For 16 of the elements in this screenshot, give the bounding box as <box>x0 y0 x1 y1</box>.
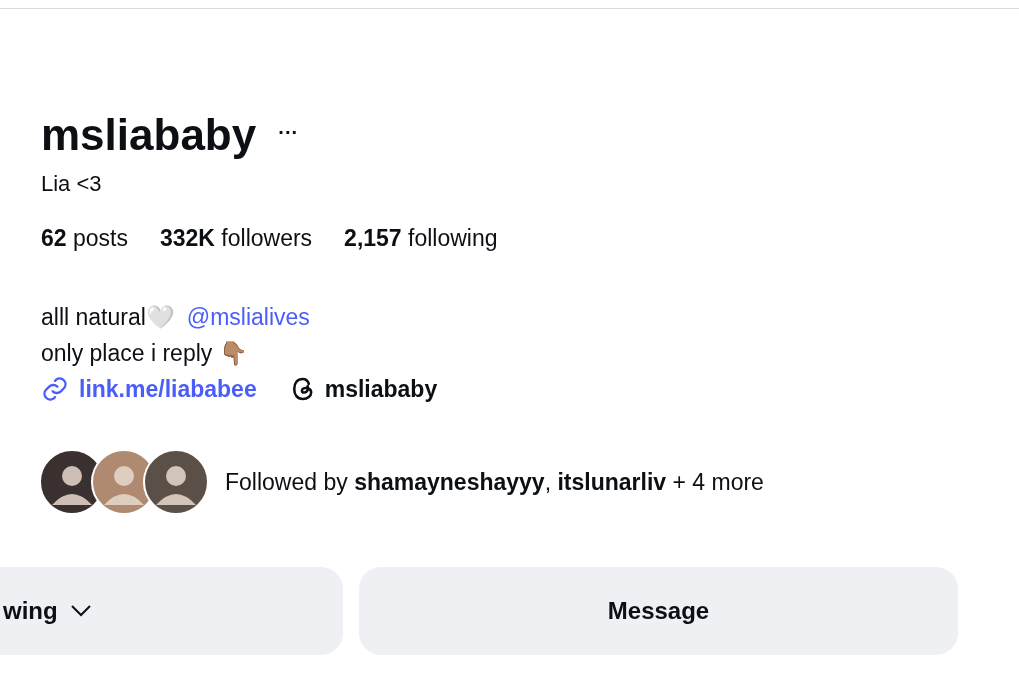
username: msliababy <box>41 109 257 161</box>
followed-by-text[interactable]: Followed by shamayneshayyy, itslunarliv + 4 more <box>225 464 764 500</box>
more-button[interactable]: ··· <box>278 122 299 148</box>
bio-text: alll natural🤍 <box>41 303 175 332</box>
stat-link[interactable]: 62 posts <box>41 223 128 253</box>
following-button[interactable]: wing <box>0 567 343 655</box>
bio-text: only place i reply 👇🏽 <box>41 339 248 368</box>
threads-link[interactable]: msliababy <box>324 371 438 407</box>
website-link[interactable]: link.me/liababee <box>79 371 257 407</box>
mention-link[interactable]: @mslialives <box>186 299 310 335</box>
chevron-down-icon <box>69 604 92 618</box>
stat-link[interactable]: 2,157 following <box>344 223 498 253</box>
stat-link[interactable]: 332K followers <box>159 223 313 253</box>
link-icon <box>41 375 69 403</box>
message-button[interactable]: Message <box>359 567 958 655</box>
display-name: Lia <3 <box>41 170 103 198</box>
